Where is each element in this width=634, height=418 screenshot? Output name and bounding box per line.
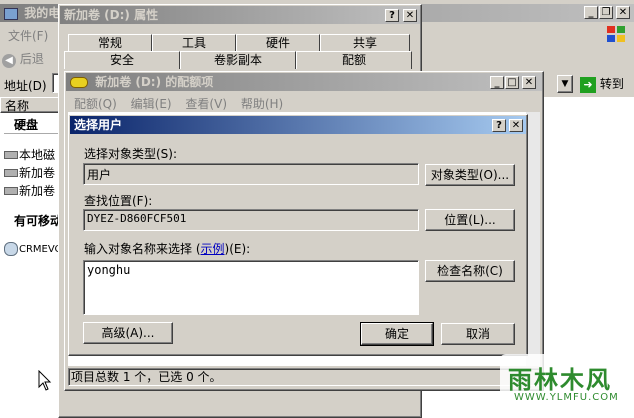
check-names-button[interactable]: 检查名称(C) (425, 260, 515, 282)
properties-title: 新加卷 (D:) 属性 (64, 8, 159, 22)
tab-sharing[interactable]: 共享 (320, 34, 410, 52)
explorer-close-button[interactable]: ✕ (616, 6, 630, 19)
properties-close-button[interactable]: ✕ (403, 9, 417, 22)
windows-logo-icon (605, 24, 627, 44)
cd-drive-icon (4, 242, 18, 256)
location-field: DYEZ-D860FCF501 (83, 209, 419, 231)
menu-help[interactable]: 帮助(H) (241, 97, 283, 111)
column-header-name[interactable]: 名称 (0, 97, 60, 113)
quota-maximize-button[interactable]: □ (505, 76, 519, 89)
tab-shadow-copies[interactable]: 卷影副本 (180, 51, 296, 69)
dialog-help-button[interactable]: ? (492, 119, 506, 132)
ok-button[interactable]: 确定 (360, 322, 434, 346)
object-type-field: 用户 (83, 163, 419, 185)
section-disks: 硬盘 (14, 118, 39, 132)
quota-menubar: 配额(Q) 编辑(E) 查看(V) 帮助(H) (74, 95, 293, 112)
drive-item-new1[interactable]: 新加卷 (4, 164, 55, 181)
object-names-label: 输入对象名称来选择 (示例)(E): (84, 242, 251, 256)
watermark-logo: 雨林木风 WWW.YLMFU.COM (500, 354, 630, 410)
tab-hardware[interactable]: 硬件 (236, 34, 320, 52)
go-arrow-icon: ➜ (580, 77, 596, 93)
drive-item-new2[interactable]: 新加卷 (4, 182, 55, 199)
back-button[interactable]: ◀ 后退 (2, 50, 44, 68)
drive-item-local[interactable]: 本地磁 (4, 146, 55, 163)
quota-scrollbar[interactable] (526, 112, 540, 366)
section-removable: 有可移动 (14, 214, 63, 228)
dialog-close-button[interactable]: ✕ (509, 119, 523, 132)
drive-icon (4, 169, 18, 177)
explorer-restore-button[interactable]: ❐ (599, 6, 613, 19)
go-label: 转到 (599, 77, 624, 91)
explorer-minimize-button[interactable]: _ (584, 6, 598, 19)
object-types-button[interactable]: 对象类型(O)... (425, 164, 515, 186)
menu-quota[interactable]: 配额(Q) (74, 97, 117, 111)
select-user-title: 选择用户 (74, 118, 123, 132)
object-type-label: 选择对象类型(S): (84, 147, 178, 161)
quota-status-text: 项目总数 1 个，已选 0 个。 (71, 370, 222, 384)
quota-minimize-button[interactable]: _ (490, 76, 504, 89)
tab-tools[interactable]: 工具 (152, 34, 236, 52)
tab-quota[interactable]: 配额 (296, 51, 412, 69)
go-button[interactable]: ➜ 转到 (580, 75, 624, 93)
object-names-input[interactable]: yonghu (83, 260, 419, 315)
back-arrow-icon: ◀ (2, 54, 16, 68)
menu-file[interactable]: 文件(F) (8, 29, 48, 43)
computer-icon (4, 7, 18, 20)
quota-close-button[interactable]: ✕ (522, 76, 536, 89)
address-dropdown-button[interactable]: ▼ (557, 75, 573, 93)
select-user-titlebar: 选择用户 (70, 116, 526, 134)
drive-icon (4, 151, 18, 159)
watermark-url: WWW.YLMFU.COM (514, 392, 619, 403)
examples-link[interactable]: 示例 (201, 242, 225, 256)
properties-help-button[interactable]: ? (385, 9, 399, 22)
address-label: 地址(D) (4, 79, 47, 93)
tab-general[interactable]: 常规 (68, 34, 152, 52)
quota-statusbar: 项目总数 1 个，已选 0 个。 (68, 368, 540, 386)
cd-drive-item[interactable]: CRMEVO (4, 242, 62, 256)
properties-titlebar: 新加卷 (D:) 属性 (60, 6, 420, 24)
quota-titlebar: 新加卷 (D:) 的配额项 (66, 73, 542, 91)
tab-security[interactable]: 安全 (64, 51, 180, 69)
advanced-button[interactable]: 高级(A)... (83, 322, 173, 344)
locations-button[interactable]: 位置(L)... (425, 209, 515, 231)
location-label: 查找位置(F): (84, 194, 153, 208)
section-disks-divider (4, 133, 60, 134)
explorer-menubar: 文件(F) (8, 27, 48, 44)
menu-edit[interactable]: 编辑(E) (131, 97, 172, 111)
quota-icon (70, 77, 88, 88)
explorer-title: 我的电 (24, 6, 61, 20)
menu-view[interactable]: 查看(V) (185, 97, 227, 111)
drive-icon (4, 187, 18, 195)
mouse-pointer-icon (38, 369, 52, 395)
back-label: 后退 (19, 52, 44, 66)
quota-title: 新加卷 (D:) 的配额项 (95, 75, 214, 89)
cancel-button[interactable]: 取消 (441, 323, 515, 345)
watermark-text: 雨林木风 (508, 366, 612, 394)
